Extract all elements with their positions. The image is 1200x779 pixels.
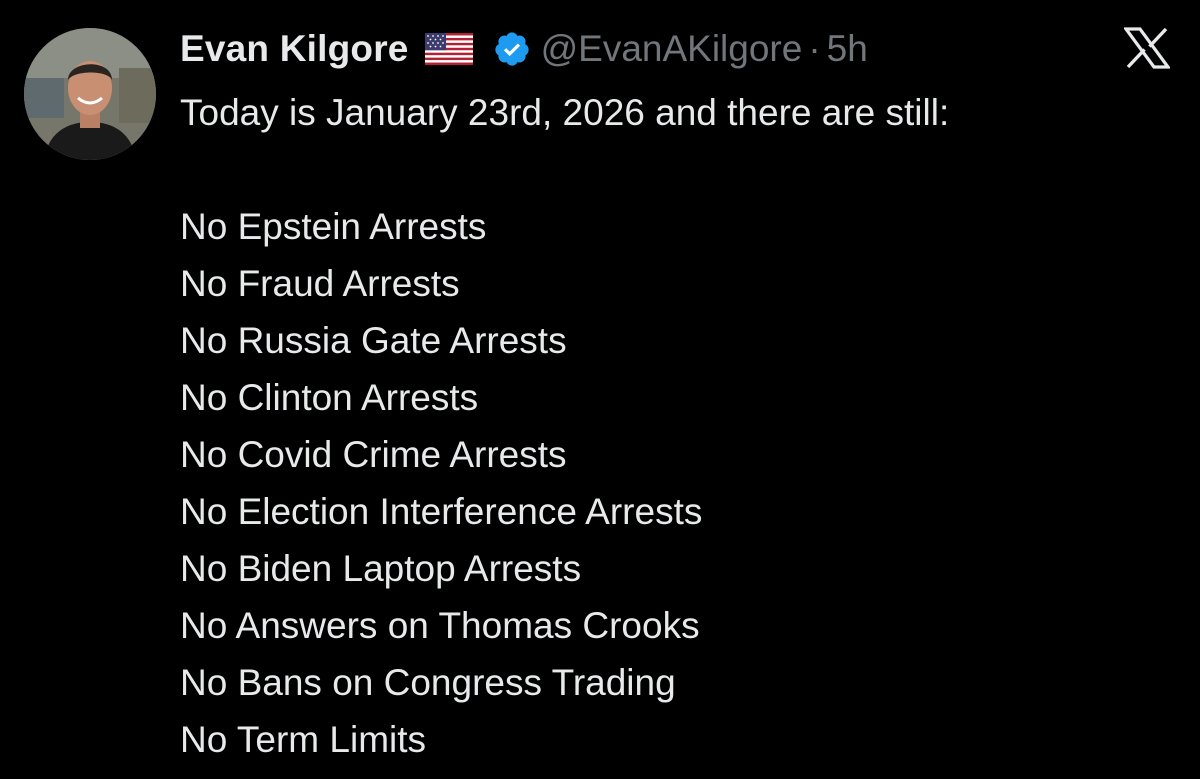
- tweet-list-item: No Fraud Arrests: [180, 263, 460, 304]
- author-handle[interactable]: @EvanAKilgore: [541, 28, 803, 70]
- tweet-list-item: No Epstein Arrests: [180, 206, 487, 247]
- verified-badge-icon[interactable]: [493, 30, 531, 68]
- tweet-list-item: No Bans on Congress Trading: [180, 662, 676, 703]
- tweet-list-item: No Election Interference Arrests: [180, 491, 703, 532]
- tweet-list-item: No Biden Laptop Arrests: [180, 548, 582, 589]
- tweet-header: Evan Kilgore @EvanAKilgore · 5h: [180, 22, 868, 76]
- tweet-list-item: No Russia Gate Arrests: [180, 320, 567, 361]
- tweet-list-item: No Covid Crime Arrests: [180, 434, 567, 475]
- tweet-list-item: No Answers on Thomas Crooks: [180, 605, 700, 646]
- x-logo-icon: [1122, 27, 1172, 69]
- separator-dot: ·: [808, 28, 821, 69]
- us-flag-icon: [424, 33, 473, 65]
- tweet-text: Today is January 23rd, 2026 and there ar…: [180, 84, 1180, 768]
- avatar[interactable]: [24, 28, 156, 160]
- avatar-photo: [24, 28, 156, 160]
- tweet-intro: Today is January 23rd, 2026 and there ar…: [180, 92, 950, 133]
- tweet-list-item: No Term Limits: [180, 719, 427, 760]
- tweet-list-item: No Clinton Arrests: [180, 377, 479, 418]
- tweet-timestamp[interactable]: 5h: [827, 28, 868, 70]
- tweet-card: Evan Kilgore @EvanAKilgore · 5h Today is…: [0, 0, 1200, 779]
- author-display-name[interactable]: Evan Kilgore: [180, 28, 409, 70]
